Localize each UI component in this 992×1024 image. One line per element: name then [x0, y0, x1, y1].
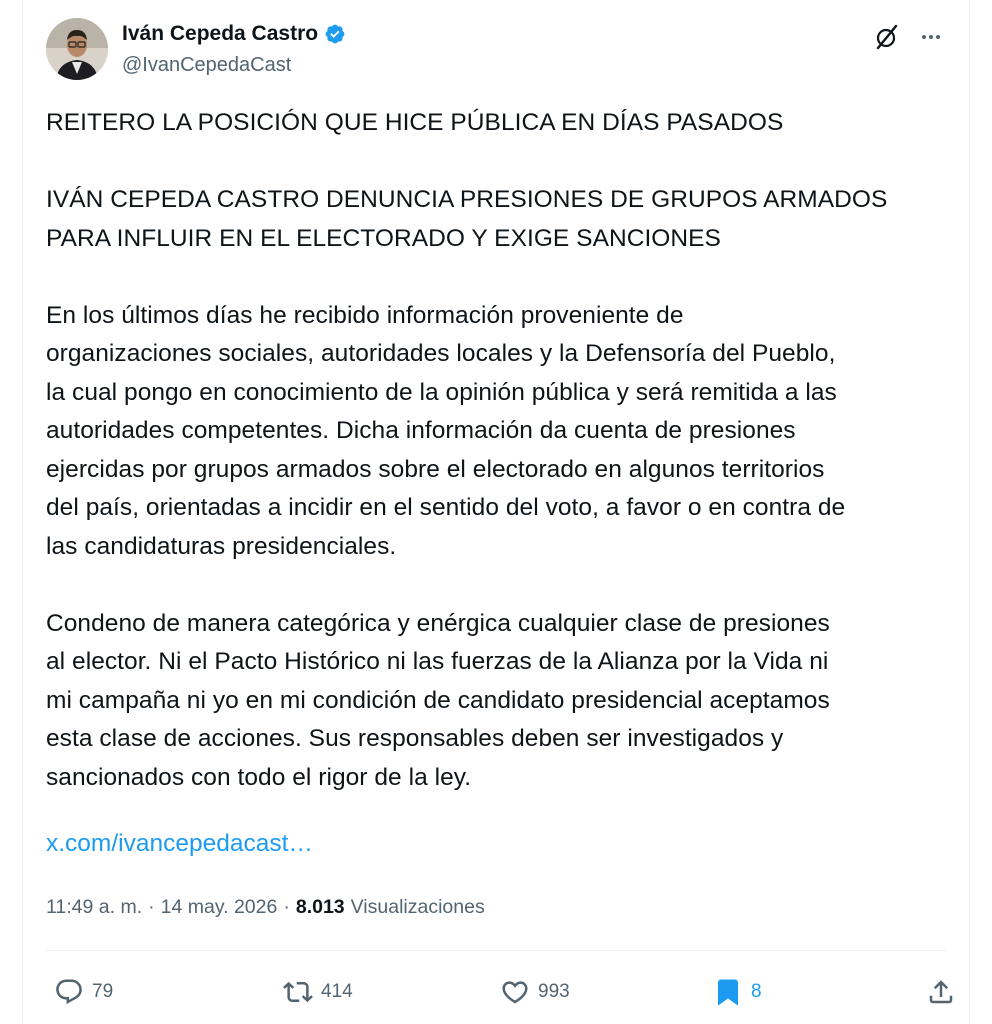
tweet-meta: 11:49 a. m. · 14 may. 2026 · 8.013 Visua… [46, 896, 485, 919]
tweet-paragraph: REITERO LA POSICIÓN QUE HICE PÚBLICA EN … [46, 109, 784, 136]
avatar[interactable] [46, 18, 108, 80]
tweet-card: Iván Cepeda Castro @IvanCepedaCast REITE… [22, 0, 970, 1024]
tweet-header: Iván Cepeda Castro @IvanCepedaCast [46, 16, 946, 86]
action-bar: 79 414 993 8 [46, 970, 953, 1014]
grok-button[interactable] [872, 22, 902, 52]
tweet-time[interactable]: 11:49 a. m. [46, 896, 142, 919]
author-name[interactable]: Iván Cepeda Castro [122, 22, 318, 46]
views-label: Visualizaciones [350, 896, 485, 918]
retweet-icon [283, 981, 313, 1003]
tweet-paragraph: IVÁN CEPEDA CASTRO DENUNCIA PRESIONES DE… [46, 186, 888, 252]
tweet-text: REITERO LA POSICIÓN QUE HICE PÚBLICA EN … [46, 104, 956, 836]
more-dot-icon [936, 35, 940, 39]
meta-separator: · [148, 896, 155, 918]
tweet-link[interactable]: x.com/ivancepedacast… [46, 830, 313, 858]
bookmark-button[interactable]: 8 [713, 970, 762, 1014]
more-options-button[interactable] [916, 22, 946, 52]
share-button[interactable] [926, 970, 956, 1014]
divider [46, 950, 946, 951]
author-handle[interactable]: @IvanCepedaCast [122, 54, 291, 77]
like-count: 993 [538, 981, 570, 1002]
tweet-paragraph: En los últimos días he recibido informac… [46, 301, 846, 560]
author-name-row: Iván Cepeda Castro [122, 22, 346, 46]
retweet-button[interactable]: 414 [283, 970, 353, 1014]
more-dot-icon [922, 35, 926, 39]
bookmark-icon [718, 979, 738, 1006]
bookmark-count: 8 [751, 981, 762, 1002]
views-count: 8.013 [295, 896, 345, 918]
like-button[interactable]: 993 [500, 970, 570, 1014]
reply-count: 79 [92, 981, 114, 1002]
grok-icon [876, 24, 898, 50]
tweet-paragraph: Condeno de manera categórica y enérgica … [46, 609, 830, 791]
share-icon [929, 980, 953, 1004]
verified-badge-icon[interactable] [324, 23, 346, 45]
reply-icon [56, 979, 82, 1005]
more-dot-icon [929, 35, 933, 39]
meta-separator: · [283, 896, 290, 918]
heart-icon [502, 981, 528, 1004]
retweet-count: 414 [321, 981, 353, 1002]
reply-button[interactable]: 79 [54, 970, 113, 1014]
tweet-date[interactable]: 14 may. 2026 [161, 896, 278, 919]
avatar-image [46, 18, 108, 80]
